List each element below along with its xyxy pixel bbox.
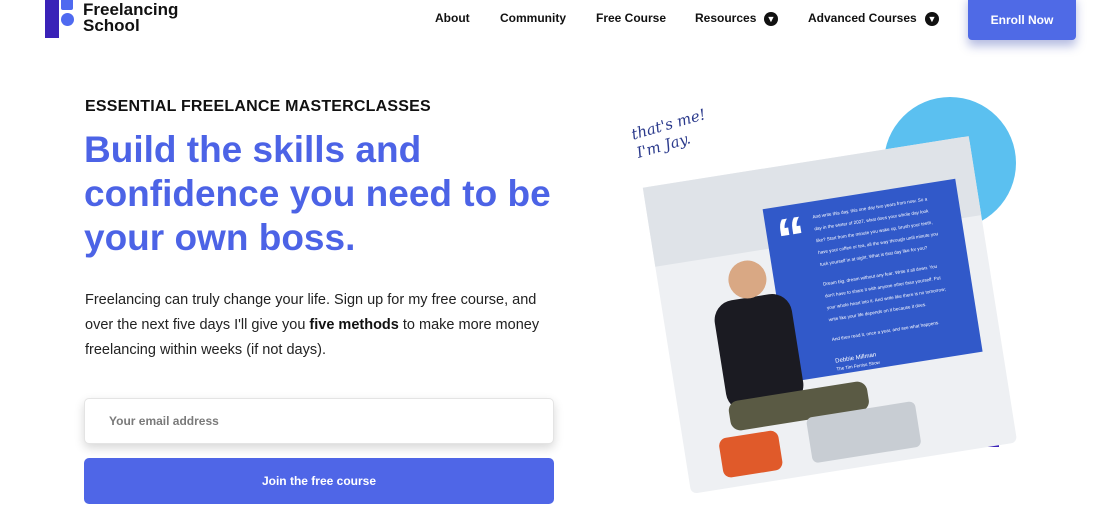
photo-frame: “ And write this day, this one day two y…: [642, 136, 1017, 494]
enroll-now-button[interactable]: Enroll Now: [968, 0, 1076, 40]
freelancing-school-logo[interactable]: Freelancing School: [45, 0, 195, 42]
chevron-down-icon[interactable]: ▼: [764, 12, 778, 26]
nav-resources[interactable]: Resources: [695, 11, 756, 25]
top-nav: Freelancing School About Community Free …: [0, 0, 1108, 40]
hero-description: Freelancing can truly change your life. …: [85, 288, 555, 363]
eyebrow-heading: ESSENTIAL FREELANCE MASTERCLASSES: [85, 98, 431, 115]
logo-bar: [45, 0, 59, 38]
nav-free-course[interactable]: Free Course: [596, 11, 666, 25]
email-input[interactable]: [84, 398, 554, 444]
logo-square: [61, 0, 73, 10]
hero-headline: Build the skills and confidence you need…: [84, 129, 551, 258]
logo-dot: [61, 13, 74, 26]
nav-about[interactable]: About: [435, 11, 470, 25]
hero-photo-illustration: “ And write this day, this one day two y…: [642, 97, 1017, 494]
nav-community[interactable]: Community: [500, 11, 566, 25]
description-emphasis: five methods: [309, 317, 399, 333]
chevron-down-icon[interactable]: ▼: [925, 12, 939, 26]
join-course-button[interactable]: Join the free course: [84, 458, 554, 504]
logo-wordmark: Freelancing School: [83, 0, 179, 35]
nav-advanced-courses[interactable]: Advanced Courses: [808, 11, 917, 25]
